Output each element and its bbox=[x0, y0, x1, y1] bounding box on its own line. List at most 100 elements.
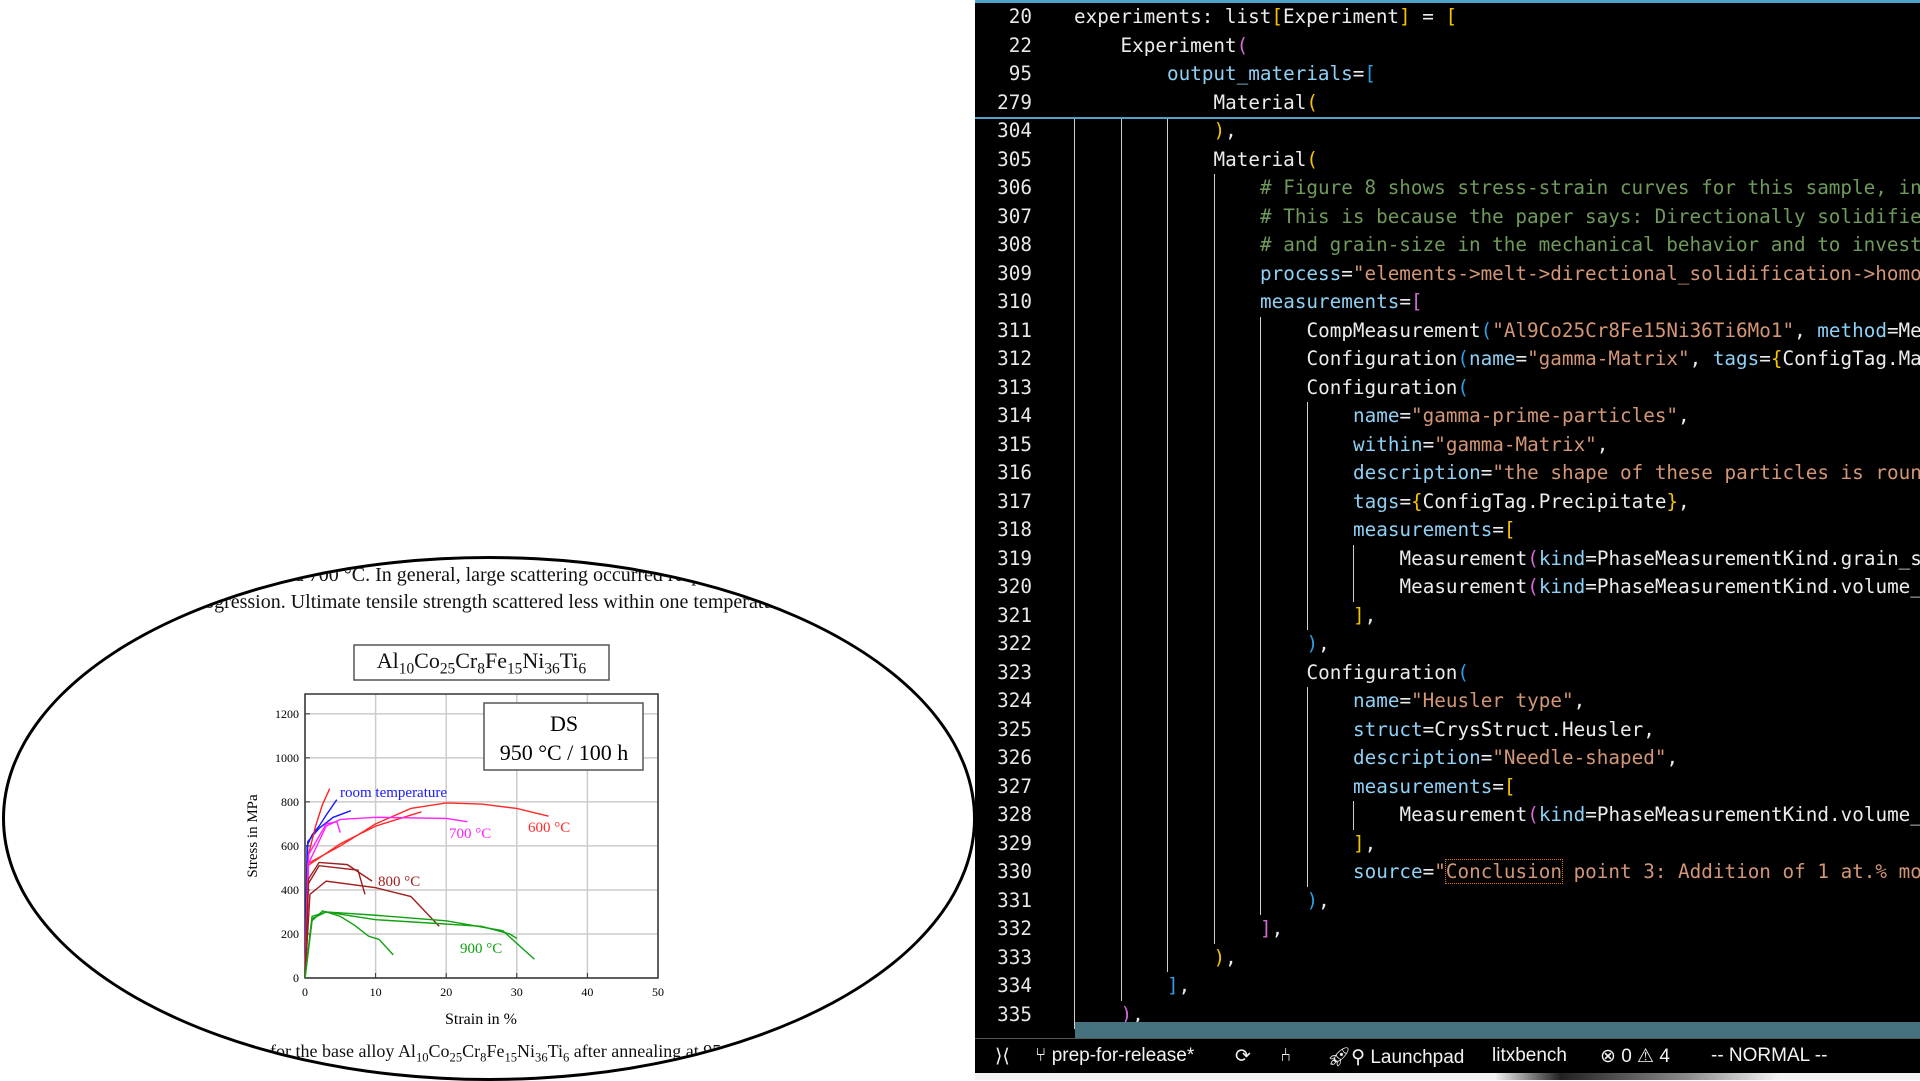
line-number: 305 bbox=[975, 146, 1032, 175]
token-b: ) bbox=[1307, 889, 1319, 912]
project-label[interactable]: litxbench bbox=[1492, 1045, 1567, 1067]
code-line[interactable]: 322), bbox=[975, 630, 1920, 659]
sync-icon[interactable]: ⟳ bbox=[1235, 1045, 1251, 1068]
line-number: 95 bbox=[975, 60, 1032, 89]
code-line[interactable]: 328Measurement(kind=PhaseMeasurementKind… bbox=[975, 801, 1920, 830]
indent-guide bbox=[1167, 630, 1168, 659]
indent-guide bbox=[1121, 545, 1122, 574]
code-line[interactable]: 279Material( bbox=[975, 89, 1920, 118]
indent-guide bbox=[1214, 687, 1215, 716]
indent-guide bbox=[1074, 659, 1075, 688]
indent-guide bbox=[1167, 573, 1168, 602]
branch-button[interactable]: ⑂ prep-for-release* bbox=[1035, 1045, 1194, 1067]
code-line[interactable]: 317tags={ConfigTag.Precipitate}, bbox=[975, 488, 1920, 517]
code-line[interactable]: 313Configuration( bbox=[975, 374, 1920, 403]
problems-button[interactable]: ⊗ 0 ⚠ 4 bbox=[1600, 1045, 1670, 1068]
code-line[interactable]: 318measurements=[ bbox=[975, 516, 1920, 545]
indent-guide bbox=[1167, 744, 1168, 773]
token-y: ) bbox=[1214, 946, 1226, 969]
indent-guide bbox=[1121, 117, 1122, 146]
code-line[interactable]: 95output_materials=[ bbox=[975, 60, 1920, 89]
code-line[interactable]: 320Measurement(kind=PhaseMeasurementKind… bbox=[975, 573, 1920, 602]
code-line[interactable]: 307# This is because the paper says: Dir… bbox=[975, 203, 1920, 232]
line-number: 319 bbox=[975, 545, 1032, 574]
token-str: " bbox=[1434, 860, 1446, 883]
y-tick-label: 400 bbox=[281, 883, 299, 897]
token-param: description bbox=[1353, 461, 1481, 484]
indent-guide bbox=[1214, 602, 1215, 631]
code-line[interactable]: 334], bbox=[975, 972, 1920, 1001]
indent-guide bbox=[1121, 402, 1122, 431]
code-line[interactable]: 321], bbox=[975, 602, 1920, 631]
indent-guide bbox=[1167, 773, 1168, 802]
code-text: ), bbox=[1214, 944, 1237, 973]
line-number: 309 bbox=[975, 260, 1032, 289]
code-text: description="Needle-shaped", bbox=[1353, 744, 1678, 773]
code-text: Configuration(name="gamma-Matrix", tags=… bbox=[1307, 345, 1920, 374]
code-text: ], bbox=[1260, 915, 1283, 944]
indent-guide bbox=[1214, 659, 1215, 688]
code-line[interactable]: 326description="Needle-shaped", bbox=[975, 744, 1920, 773]
code-line[interactable]: 319Measurement(kind=PhaseMeasurementKind… bbox=[975, 545, 1920, 574]
y-tick-label: 0 bbox=[293, 971, 299, 985]
indent-guide bbox=[1074, 773, 1075, 802]
indent-guide bbox=[1121, 231, 1122, 260]
token-param: kind bbox=[1539, 575, 1585, 598]
code-line[interactable]: 306# Figure 8 shows stress-strain curves… bbox=[975, 174, 1920, 203]
code-line[interactable]: 310measurements=[ bbox=[975, 288, 1920, 317]
code-line[interactable]: 312Configuration(name="gamma-Matrix", ta… bbox=[975, 345, 1920, 374]
code-line[interactable]: 20experiments: list[Experiment] = [ bbox=[975, 3, 1920, 32]
x-axis-label: Strain in % bbox=[445, 1011, 517, 1028]
code-line[interactable]: 330source="Conclusion point 3: Addition … bbox=[975, 858, 1920, 887]
token-plain: = bbox=[1759, 347, 1771, 370]
code-line[interactable]: 309process="elements->melt->directional_… bbox=[975, 260, 1920, 289]
remote-icon[interactable]: ⟩⟨ bbox=[995, 1045, 1010, 1068]
code-editor[interactable]: 20experiments: list[Experiment] = [22Exp… bbox=[975, 0, 1920, 1038]
token-y: ) bbox=[1214, 119, 1226, 142]
code-line[interactable]: 331), bbox=[975, 887, 1920, 916]
launchpad-button[interactable]: 🚀︎⚲ Launchpad bbox=[1327, 1045, 1464, 1069]
token-com: # and grain-size in the mechanical behav… bbox=[1260, 233, 1920, 256]
indent-guide bbox=[1074, 174, 1075, 203]
code-text: ), bbox=[1307, 630, 1330, 659]
code-line[interactable]: 305 Material( bbox=[975, 146, 1920, 175]
indent-guide bbox=[1121, 630, 1122, 659]
indent-guide bbox=[1121, 858, 1122, 887]
code-line[interactable]: 323Configuration( bbox=[975, 659, 1920, 688]
token-param: output_materials bbox=[1167, 62, 1353, 85]
line-number: 320 bbox=[975, 573, 1032, 602]
token-m: ] bbox=[1260, 917, 1272, 940]
y-tick-label: 200 bbox=[281, 927, 299, 941]
annotation-900C: 900 °C bbox=[460, 941, 502, 957]
code-line[interactable]: 304), bbox=[975, 117, 1920, 146]
code-line[interactable]: 314name="gamma-prime-particles", bbox=[975, 402, 1920, 431]
indent-guide bbox=[1214, 231, 1215, 260]
indent-guide bbox=[1214, 744, 1215, 773]
code-line[interactable]: 332], bbox=[975, 915, 1920, 944]
indent-guide bbox=[1167, 915, 1168, 944]
y-tick-label: 800 bbox=[281, 795, 299, 809]
indent-guide bbox=[1167, 117, 1168, 146]
token-plain: Experiment bbox=[1121, 34, 1237, 57]
code-line[interactable]: 311CompMeasurement("Al9Co25Cr8Fe15Ni36Ti… bbox=[975, 317, 1920, 346]
token-param: name bbox=[1353, 404, 1399, 427]
code-line[interactable]: 315within="gamma-Matrix", bbox=[975, 431, 1920, 460]
indent-guide bbox=[1074, 260, 1075, 289]
code-line[interactable]: 316description="the shape of these parti… bbox=[975, 459, 1920, 488]
indent-guide bbox=[1214, 630, 1215, 659]
code-text: Configuration( bbox=[1307, 374, 1470, 403]
indent-guide bbox=[1121, 174, 1122, 203]
code-line[interactable]: 327measurements=[ bbox=[975, 773, 1920, 802]
indent-guide bbox=[1307, 516, 1308, 545]
git-graph-icon[interactable]: ⑃ bbox=[1280, 1045, 1291, 1067]
code-line[interactable]: 325struct=CrysStruct.Heusler, bbox=[975, 716, 1920, 745]
code-line[interactable]: 308# and grain-size in the mechanical be… bbox=[975, 231, 1920, 260]
code-line[interactable]: 22Experiment( bbox=[975, 32, 1920, 61]
code-text: Material( bbox=[1214, 146, 1318, 175]
token-plain: experiments: list bbox=[1074, 5, 1271, 28]
indent-guide bbox=[1121, 744, 1122, 773]
indent-guide bbox=[1074, 716, 1075, 745]
code-line[interactable]: 324name="Heusler type", bbox=[975, 687, 1920, 716]
code-line[interactable]: 329], bbox=[975, 830, 1920, 859]
code-line[interactable]: 333), bbox=[975, 944, 1920, 973]
